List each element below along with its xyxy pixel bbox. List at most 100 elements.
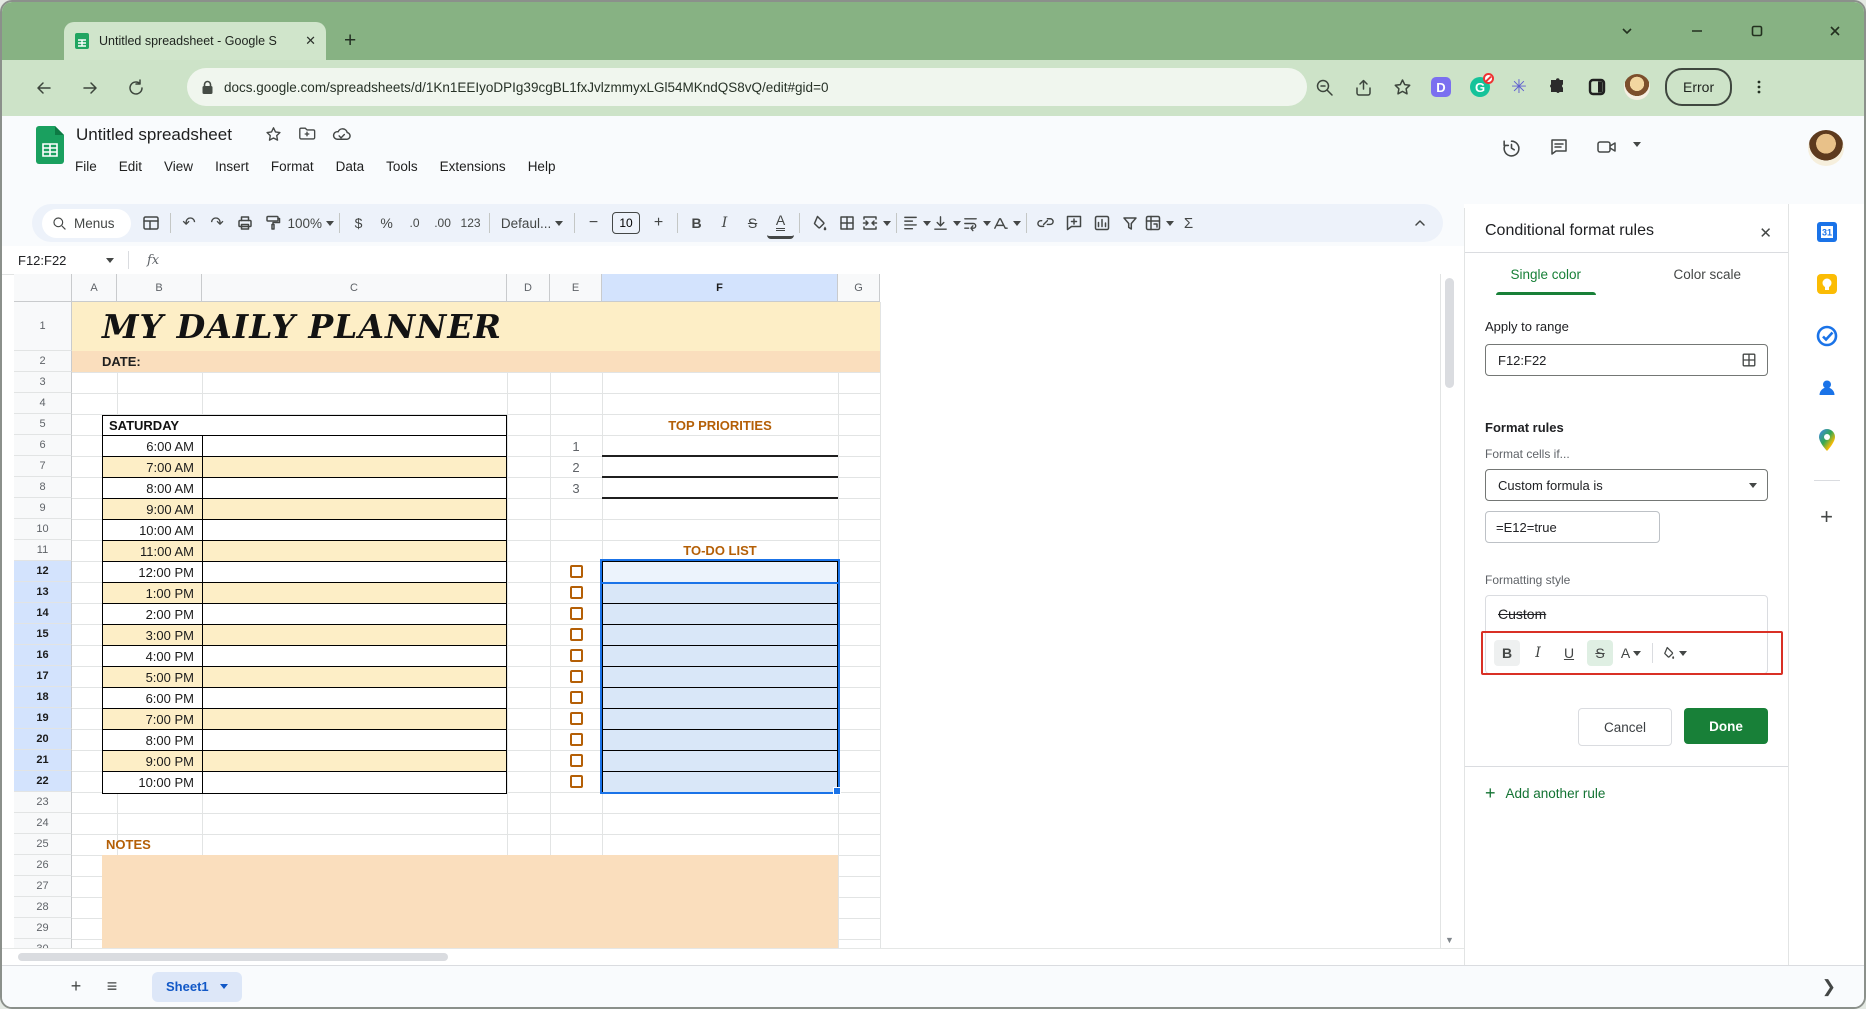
todo-cell[interactable] [603,688,837,709]
row-header-28[interactable]: 28 [14,897,72,918]
column-header-D[interactable]: D [507,274,550,302]
schedule-entry-cell[interactable] [203,478,506,498]
reload-button[interactable] [120,72,152,104]
schedule-time-cell[interactable]: 11:00 AM [103,541,203,561]
row-header-26[interactable]: 26 [14,855,72,876]
schedule-time-cell[interactable]: 9:00 AM [103,499,203,519]
insert-comment-icon[interactable] [1060,209,1087,237]
fill-handle[interactable] [833,787,841,795]
schedule-day-header[interactable]: SATURDAY [103,416,506,436]
row-header-24[interactable]: 24 [14,813,72,834]
style-strikethrough-button[interactable]: S [1587,640,1613,666]
todo-checkbox[interactable] [570,775,583,788]
menu-item-data[interactable]: Data [327,156,374,177]
print-icon[interactable] [232,209,259,237]
todo-checkbox[interactable] [570,649,583,662]
todo-cell[interactable] [603,730,837,751]
collapse-toolbar-icon[interactable] [1406,209,1433,237]
strikethrough-button[interactable]: S [739,209,766,237]
expand-side-panel-icon[interactable]: ❯ [1822,977,1836,997]
menu-item-format[interactable]: Format [262,156,323,177]
share-page-icon[interactable] [1351,75,1375,99]
row-header-7[interactable]: 7 [14,456,72,477]
menus-search-button[interactable]: Menus [42,209,131,238]
todo-cell[interactable] [603,751,837,772]
todo-cell[interactable] [603,625,837,646]
row-header-25[interactable]: 25 [14,834,72,855]
error-button[interactable]: Error [1665,68,1732,106]
row-header-6[interactable]: 6 [14,435,72,456]
window-chevron-icon[interactable] [1616,20,1638,42]
maps-icon[interactable] [1807,420,1847,460]
todo-checkbox[interactable] [570,607,583,620]
comment-history-icon[interactable] [1546,134,1572,160]
row-header-1[interactable]: 1 [14,302,72,351]
window-minimize-button[interactable] [1686,20,1708,42]
meet-caret-icon[interactable] [1633,142,1641,147]
schedule-time-cell[interactable]: 5:00 PM [103,667,203,687]
cloud-status-icon[interactable] [328,121,354,147]
url-bar[interactable]: docs.google.com/spreadsheets/d/1Kn1EEIyo… [187,68,1307,106]
planner-title-cell[interactable]: MY DAILY PLANNER [72,302,880,351]
all-sheets-menu-icon[interactable]: ≡ [94,972,130,1002]
window-close-button[interactable] [1824,20,1846,42]
browser-menu-icon[interactable] [1747,75,1771,99]
notes-area[interactable] [102,855,838,948]
schedule-time-cell[interactable]: 7:00 AM [103,457,203,477]
row-header-11[interactable]: 11 [14,540,72,561]
row-header-30[interactable]: 30 [14,939,72,948]
todo-checkbox[interactable] [570,565,583,578]
menu-item-edit[interactable]: Edit [110,156,151,177]
schedule-entry-cell[interactable] [203,772,506,793]
schedule-time-cell[interactable]: 4:00 PM [103,646,203,666]
custom-formula-input[interactable]: =E12=true [1485,511,1660,543]
increase-decimals-button[interactable]: .00 [429,209,456,237]
schedule-entry-cell[interactable] [203,499,506,519]
priority-number[interactable]: 3 [550,478,602,499]
tab-color-scale[interactable]: Color scale [1627,253,1789,295]
schedule-entry-cell[interactable] [203,625,506,645]
browser-profile-avatar[interactable] [1624,74,1650,100]
row-header-4[interactable]: 4 [14,393,72,414]
text-rotation-button[interactable] [992,209,1021,237]
format-currency-button[interactable]: $ [345,209,372,237]
style-underline-button[interactable]: U [1556,640,1582,666]
todo-checkbox[interactable] [570,670,583,683]
schedule-entry-cell[interactable] [203,436,506,456]
menu-item-extensions[interactable]: Extensions [431,156,515,177]
todo-cell[interactable] [603,604,837,625]
move-folder-icon[interactable] [294,121,320,147]
horizontal-scrollbar[interactable]: ◀ ▶ [2,948,1542,965]
todo-cell[interactable] [603,667,837,688]
italic-button[interactable]: I [711,209,738,237]
vertical-align-button[interactable] [932,209,961,237]
top-priorities-heading[interactable]: TOP PRIORITIES [602,415,838,436]
bold-button[interactable]: B [683,209,710,237]
bookmark-star-icon[interactable] [1390,75,1414,99]
todo-cell[interactable] [603,583,837,604]
schedule-row[interactable]: 10:00 AM [103,520,506,541]
reader-extension-icon[interactable] [1585,75,1609,99]
vertical-scrollbar-thumb[interactable] [1445,278,1454,388]
schedule-time-cell[interactable]: 10:00 PM [103,772,203,793]
insert-chart-icon[interactable] [1088,209,1115,237]
todo-list-heading[interactable]: TO-DO LIST [602,540,838,561]
schedule-row[interactable]: 2:00 PM [103,604,506,625]
docs-d-extension-icon[interactable]: D [1429,75,1453,99]
style-text-color-button[interactable]: A [1618,640,1644,666]
schedule-time-cell[interactable]: 9:00 PM [103,751,203,771]
schedule-row[interactable]: 6:00 PM [103,688,506,709]
tables-icon[interactable] [138,209,165,237]
todo-checkbox[interactable] [570,712,583,725]
column-header-A[interactable]: A [72,274,117,302]
forward-button[interactable] [74,72,106,104]
todo-checkbox[interactable] [570,691,583,704]
row-header-5[interactable]: 5 [14,414,72,435]
schedule-entry-cell[interactable] [203,457,506,477]
row-header-21[interactable]: 21 [14,750,72,771]
corner-header[interactable] [14,274,72,302]
sheet-tab-active[interactable]: Sheet1 [152,972,242,1002]
pivot-table-button[interactable] [1144,209,1174,237]
merge-cells-button[interactable] [861,209,891,237]
extensions-puzzle-icon[interactable] [1546,75,1570,99]
